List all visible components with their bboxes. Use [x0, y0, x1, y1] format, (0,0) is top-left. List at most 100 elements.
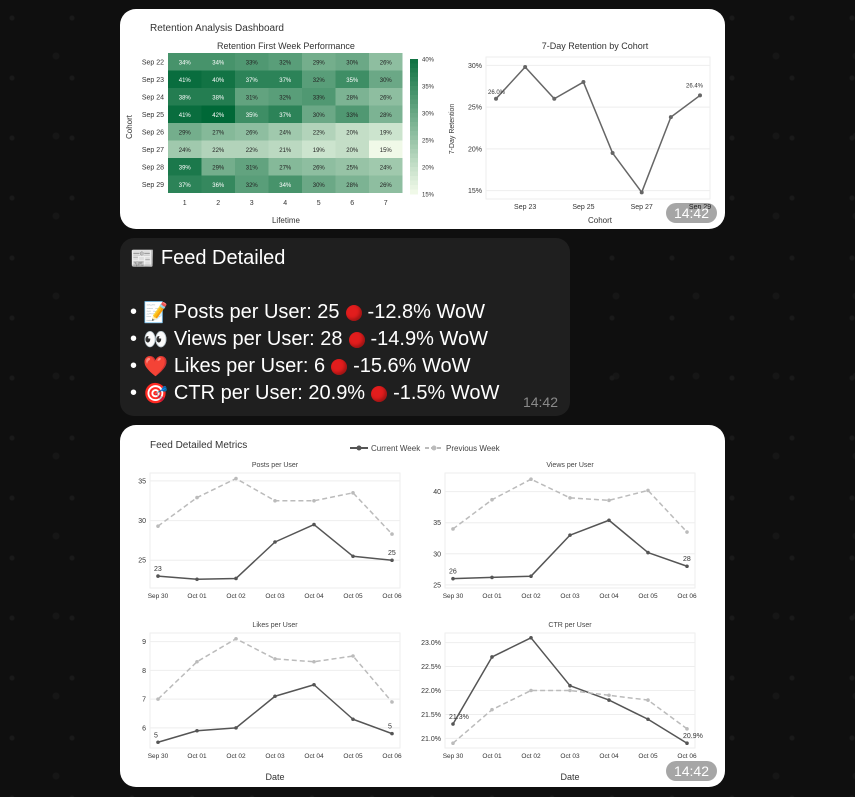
- heatmap-ylabel: Cohort: [125, 114, 134, 139]
- heatmap-value: 27%: [279, 165, 292, 171]
- heatmap-row-label: Sep 22: [142, 59, 164, 66]
- current-week-point: [351, 554, 355, 559]
- y-tick: 22.0%: [421, 688, 441, 695]
- message-time: 14:42: [522, 394, 558, 410]
- heatmap-value: 30%: [313, 183, 326, 189]
- data-label: 21.3%: [449, 714, 469, 721]
- list-item: • 📝 Posts per User: 25 -12.8% WoW: [130, 301, 485, 324]
- heatmap-value: 24%: [279, 130, 292, 136]
- current-week-point: [490, 655, 494, 659]
- colorbar-step: [410, 176, 418, 181]
- retention-point: [581, 80, 586, 85]
- x-tick: Oct 06: [677, 593, 697, 600]
- heatmap-xlabel: Lifetime: [272, 216, 301, 225]
- current-week-point: [685, 741, 689, 746]
- x-tick: Oct 03: [560, 593, 580, 600]
- heatmap-value: 29%: [313, 60, 326, 66]
- newspaper-icon: 📰: [130, 248, 155, 270]
- heatmap-value: 31%: [246, 95, 259, 101]
- x-tick: Oct 03: [265, 593, 285, 600]
- x-tick: Oct 05: [638, 753, 658, 760]
- heatmap-value: 20%: [346, 148, 359, 154]
- data-label: 5: [154, 732, 158, 739]
- retention-point: [610, 151, 615, 156]
- data-label: 20.9%: [683, 733, 703, 740]
- data-label: 28: [683, 556, 691, 563]
- heatmap-value: 35%: [246, 113, 259, 119]
- heatmap-row-label: Sep 29: [142, 182, 164, 189]
- x-tick: Oct 05: [638, 593, 658, 600]
- x-tick: Sep 30: [443, 593, 464, 600]
- data-label: 26: [449, 569, 457, 576]
- heatmap-value: 22%: [313, 130, 326, 136]
- y-tick: 9: [142, 639, 146, 646]
- y-tick: 30: [433, 551, 441, 558]
- colorbar-step: [410, 185, 418, 190]
- red-circle-icon: [371, 385, 388, 402]
- colorbar-tick: 30%: [422, 112, 435, 118]
- text-message-feed-detailed[interactable]: 📰 Feed Detailed • 📝 Posts per User: 25 -1…: [120, 238, 570, 416]
- heatmap-title: Retention First Week Performance: [217, 41, 355, 51]
- retention-point: [523, 65, 528, 70]
- retention-point: [552, 96, 557, 101]
- current-week-point: [607, 518, 611, 523]
- current-week-point: [156, 574, 160, 578]
- colorbar-step: [410, 104, 418, 109]
- x-tick: Oct 05: [343, 753, 363, 760]
- previous-week-point: [646, 488, 650, 493]
- data-label: 26.0%: [488, 90, 506, 96]
- x-tick: Oct 01: [482, 593, 502, 600]
- current-week-point: [568, 683, 572, 688]
- panel-title: CTR per User: [548, 622, 592, 629]
- previous-week-point: [195, 659, 199, 664]
- heatmap-value: 30%: [380, 78, 393, 84]
- previous-week-point: [490, 497, 494, 502]
- previous-week-point: [451, 527, 455, 531]
- previous-week-point: [351, 654, 355, 658]
- previous-week-point: [156, 697, 160, 701]
- x-tick: Oct 04: [599, 593, 619, 600]
- heatmap-value: 28%: [346, 183, 359, 189]
- plot-area: [149, 472, 401, 589]
- colorbar-step: [410, 99, 418, 105]
- current-week-point: [234, 726, 238, 730]
- heatmap-value: 33%: [346, 113, 359, 119]
- current-week-point: [490, 575, 494, 580]
- x-tick: Oct 03: [265, 753, 285, 760]
- heatmap-value: 30%: [313, 113, 326, 119]
- panel-title: Posts per User: [252, 462, 299, 469]
- heatmap-value: 34%: [212, 60, 225, 66]
- previous-week-point: [685, 530, 689, 534]
- y-tick: 20%: [468, 146, 482, 153]
- image-message-feed-metrics[interactable]: Feed Detailed Metrics Current Week Previ…: [120, 425, 725, 787]
- metric-change: -1.5% WoW: [393, 382, 500, 404]
- previous-week-point: [351, 491, 355, 495]
- y-tick: 23.0%: [421, 640, 441, 647]
- current-week-point: [234, 576, 238, 581]
- heatmap-value: 41%: [179, 78, 192, 84]
- image-message-retention[interactable]: Retention Analysis Dashboard Retention F…: [120, 9, 725, 229]
- heatmap-value: 37%: [246, 78, 259, 84]
- previous-week-point: [234, 476, 238, 481]
- xlabel-left: Date: [265, 772, 284, 782]
- heatmap-col-label: 2: [216, 200, 220, 207]
- colorbar-step: [410, 126, 418, 132]
- y-tick: 25: [433, 582, 441, 589]
- metric-text: Views per User: 28: [173, 328, 343, 350]
- data-label: 5: [388, 724, 392, 731]
- current-week-point: [568, 533, 572, 537]
- heatmap-value: 25%: [346, 165, 359, 171]
- y-tick: 35: [433, 520, 441, 527]
- y-tick: 30%: [468, 63, 482, 70]
- feed-metrics-image: Feed Detailed Metrics Current Week Previ…: [138, 440, 703, 782]
- target-icon: 🎯: [143, 383, 168, 405]
- memo-icon: 📝: [143, 302, 168, 324]
- heatmap-value: 32%: [246, 183, 259, 189]
- heatmap-value: 38%: [212, 95, 225, 101]
- heatmap-value: 26%: [313, 165, 326, 171]
- previous-week-point: [273, 657, 277, 661]
- heatmap-value: 26%: [380, 95, 393, 101]
- y-tick: 7: [142, 697, 146, 704]
- x-tick: Oct 05: [343, 593, 363, 600]
- metric-change: -15.6% WoW: [353, 355, 471, 377]
